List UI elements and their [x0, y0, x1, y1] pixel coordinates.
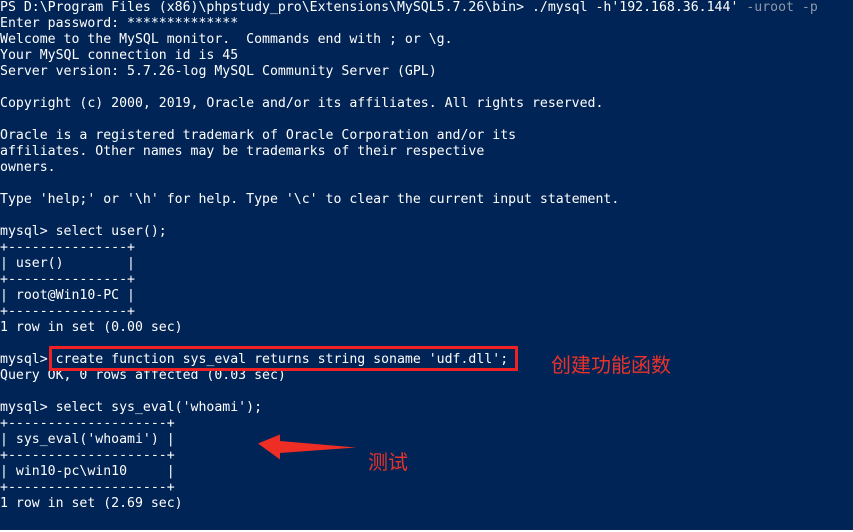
annotation-test: 测试 [368, 450, 408, 474]
console-line: +---------------+ [0, 304, 135, 319]
console-prompt-line: PS D:\Program Files (x86)\phpstudy_pro\E… [0, 0, 853, 16]
console-line: Type 'help;' or '\h' for help. Type '\c'… [0, 192, 620, 207]
prompt-command-text: PS D:\Program Files (x86)\phpstudy_pro\E… [0, 0, 739, 15]
console-line: Oracle is a registered trademark of Orac… [0, 128, 517, 143]
powershell-console-window[interactable]: PS D:\Program Files (x86)\phpstudy_pro\E… [0, 0, 853, 532]
console-line: +--------------------+ [0, 480, 175, 495]
console-line: 1 row in set (0.00 sec) [0, 320, 183, 335]
console-output: PS D:\Program Files (x86)\phpstudy_pro\E… [0, 0, 853, 512]
console-line: | sys_eval('whoami') | [0, 432, 175, 447]
console-line: | win10-pc\win10 | [0, 464, 175, 479]
console-line: mysql> select sys_eval('whoami'); [0, 400, 263, 415]
console-line: Copyright (c) 2000, 2019, Oracle and/or … [0, 96, 604, 111]
console-line: Welcome to the MySQL monitor. Commands e… [0, 32, 453, 47]
console-line: owners. [0, 160, 56, 175]
console-line: | root@Win10-PC | [0, 288, 135, 303]
annotation-create-function: 创建功能函数 [551, 353, 671, 377]
console-line: 1 row in set (2.69 sec) [0, 496, 183, 511]
console-line: Server version: 5.7.26-log MySQL Communi… [0, 64, 437, 79]
console-line: +---------------+ [0, 272, 135, 287]
console-line: Enter password: ************** [0, 16, 239, 31]
console-line: Query OK, 0 rows affected (0.03 sec) [0, 368, 286, 383]
console-line: +--------------------+ [0, 416, 175, 431]
console-line: affiliates. Other names may be trademark… [0, 144, 485, 159]
console-line: +--------------------+ [0, 448, 175, 463]
console-line: mysql> create function sys_eval returns … [0, 352, 509, 367]
console-line: mysql> select user(); [0, 224, 167, 239]
console-line: | user() | [0, 256, 135, 271]
prompt-inline-suggestion: -uroot -p [738, 0, 818, 15]
console-line: Your MySQL connection id is 45 [0, 48, 239, 63]
console-line: +---------------+ [0, 240, 135, 255]
